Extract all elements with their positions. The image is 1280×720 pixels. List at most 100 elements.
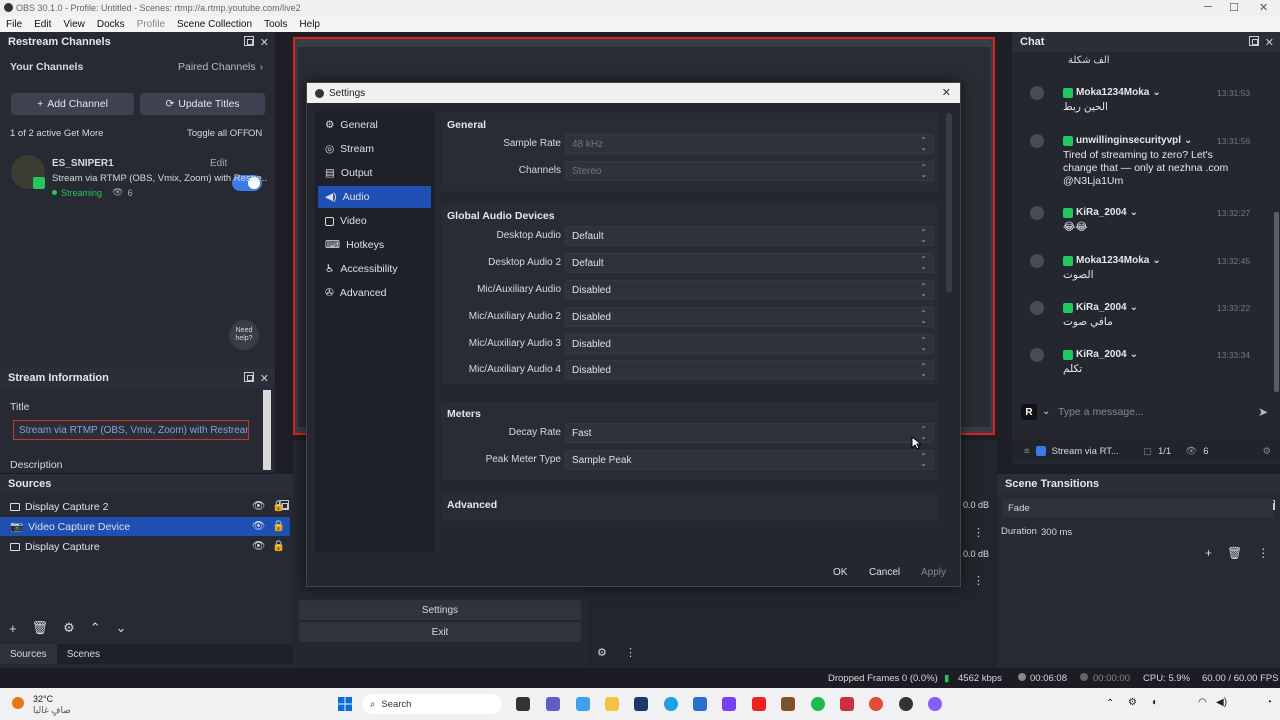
add-channel-button[interactable]: + Add Channel — [11, 93, 134, 115]
file-explorer-icon[interactable] — [605, 697, 619, 711]
discord-icon[interactable] — [928, 697, 942, 711]
nav-output[interactable]: ▤ Output — [318, 162, 431, 184]
nav-general[interactable]: ⚙ General — [318, 114, 431, 136]
tab-scenes[interactable]: Scenes — [57, 644, 110, 664]
menu-view[interactable]: View — [63, 19, 85, 30]
notification-icon[interactable]: ◔ — [1266, 697, 1272, 708]
chevron-up-icon[interactable]: ⌃ — [90, 620, 101, 636]
desktop-audio-select[interactable]: Default ⌃ ⌄ — [565, 226, 934, 246]
chat-message-input[interactable]: Type a message... — [1058, 402, 1253, 422]
nav-advanced[interactable]: ✇ Advanced — [318, 282, 431, 304]
nav-audio[interactable]: ◀) Audio — [318, 186, 431, 208]
send-icon[interactable]: ➤ — [1258, 405, 1268, 419]
kebab-menu-icon[interactable]: ⋮ — [1257, 546, 1269, 560]
chat-username[interactable]: KiRa_2004 ⌄ — [1063, 349, 1138, 360]
mic-audio-3-select[interactable]: Disabled ⌃ ⌄ — [565, 334, 934, 354]
maximize-icon[interactable]: ☐ — [1229, 1, 1239, 14]
trash-icon[interactable]: 🗑 — [32, 620, 49, 636]
add-icon[interactable]: + — [1205, 546, 1212, 560]
lock-icon[interactable]: 🔒 — [272, 499, 285, 512]
source-item[interactable]: Display Capture 👁 🔒 — [0, 537, 290, 556]
chat-username[interactable]: Moka1234Moka ⌄ — [1063, 87, 1161, 98]
lock-icon[interactable]: 🔒 — [272, 519, 285, 532]
settings-button[interactable]: Settings — [299, 600, 581, 620]
nav-hotkeys[interactable]: ⌨ Hotkeys — [318, 234, 431, 256]
minecraft-icon[interactable] — [781, 697, 795, 711]
volume-icon[interactable]: ◀) — [1216, 697, 1227, 708]
mic-audio-select[interactable]: Disabled ⌃ ⌄ — [565, 280, 934, 300]
add-source-icon[interactable]: + — [9, 621, 17, 636]
close-dock-icon[interactable]: ✕ — [1265, 36, 1274, 49]
chat-scrollbar[interactable] — [1274, 212, 1279, 392]
close-icon[interactable]: ✕ — [942, 86, 951, 99]
float-dock-icon[interactable] — [243, 36, 254, 46]
tray-icon[interactable]: ⚙ — [1128, 697, 1137, 708]
float-dock-icon[interactable] — [243, 372, 254, 382]
menu-scene-collection[interactable]: Scene Collection — [177, 19, 252, 30]
lock-icon[interactable]: 🔒 — [272, 539, 285, 552]
store-icon[interactable] — [693, 697, 707, 711]
teams-icon[interactable] — [546, 697, 560, 711]
toggle-all-label[interactable]: Toggle all OFF — [187, 128, 249, 139]
nav-video[interactable]: Video — [318, 210, 431, 232]
peak-meter-select[interactable]: Sample Peak ⌃ ⌄ — [565, 450, 934, 470]
app-icon[interactable] — [722, 697, 736, 711]
desktop-audio-2-select[interactable]: Default ⌃ ⌄ — [565, 253, 934, 273]
menu-file[interactable]: File — [6, 19, 22, 30]
gear-icon[interactable]: ⚙ — [1263, 446, 1272, 457]
kebab-menu-icon[interactable]: ⋮ — [625, 646, 636, 659]
nav-stream[interactable]: ◎ Stream — [318, 138, 431, 160]
trash-icon[interactable]: 🗑 — [1227, 546, 1242, 560]
gear-icon[interactable]: ⚙ — [597, 646, 607, 659]
on-label[interactable]: ON — [248, 128, 262, 139]
float-dock-icon[interactable] — [1248, 36, 1259, 46]
visibility-eye-icon[interactable]: 👁 — [252, 519, 265, 532]
copilot-icon[interactable] — [576, 697, 590, 711]
edge-icon[interactable] — [664, 697, 678, 711]
source-item[interactable]: Display Capture 2 👁 🔒 — [0, 497, 290, 516]
paired-channels-link[interactable]: Paired Channels › — [178, 61, 263, 73]
channel-edit-link[interactable]: Edit — [210, 158, 227, 169]
terminal-icon[interactable] — [634, 697, 648, 711]
kebab-menu-icon[interactable]: ⋮ — [973, 526, 984, 539]
transition-select[interactable]: Fade — [1003, 499, 1273, 517]
minimize-icon[interactable]: ─ — [1204, 1, 1212, 13]
sample-rate-select[interactable]: 48 kHz ⌃ ⌄ — [565, 134, 934, 154]
tray-chevron-up-icon[interactable]: ⌃ — [1106, 698, 1114, 709]
need-help-button[interactable]: Need help? — [229, 320, 259, 350]
duration-input[interactable]: 300 ms — [1037, 523, 1273, 541]
menu-docks[interactable]: Docks — [97, 19, 125, 30]
chevron-down-icon[interactable]: ⌄ — [1042, 406, 1050, 417]
active-info[interactable]: 1 of 2 active Get More — [10, 128, 103, 139]
menu-tools[interactable]: Tools — [264, 19, 287, 30]
close-dock-icon[interactable]: ✕ — [260, 36, 269, 49]
mic-audio-2-select[interactable]: Disabled ⌃ ⌄ — [565, 307, 934, 327]
app-icon[interactable] — [840, 697, 854, 711]
youtube-icon[interactable] — [752, 697, 766, 711]
close-window-icon[interactable]: ✕ — [1259, 1, 1268, 14]
settings-scrollbar[interactable] — [946, 113, 952, 293]
channels-select[interactable]: Stereo ⌃ ⌄ — [565, 161, 934, 181]
chevron-down-icon[interactable]: ⌄ — [116, 620, 127, 636]
source-item[interactable]: 📷 Video Capture Device 👁 🔒 — [0, 517, 290, 536]
chat-account-avatar[interactable]: R — [1021, 404, 1037, 420]
mic-audio-4-select[interactable]: Disabled ⌃ ⌄ — [565, 360, 934, 380]
weather-desc[interactable]: صافٍ غالبا — [33, 705, 71, 716]
close-dock-icon[interactable]: ✕ — [260, 372, 269, 385]
tab-sources[interactable]: Sources — [0, 644, 57, 664]
decay-rate-select[interactable]: Fast ⌃ ⌄ — [565, 423, 934, 443]
kebab-menu-icon[interactable]: ⋮ — [973, 574, 984, 587]
chrome-icon[interactable] — [869, 697, 883, 711]
chat-username[interactable]: KiRa_2004 ⌄ — [1063, 302, 1138, 313]
ok-button[interactable]: OK — [827, 562, 853, 582]
weather-icon[interactable] — [12, 697, 24, 709]
visibility-eye-icon[interactable]: 👁 — [252, 539, 265, 552]
obs-icon[interactable] — [899, 697, 913, 711]
tray-icon[interactable]: ◐ — [1152, 697, 1158, 708]
weather-temp[interactable]: 32°C — [33, 694, 53, 704]
nav-accessibility[interactable]: ♿ Accessibility — [318, 258, 431, 280]
update-titles-button[interactable]: ⟳ Update Titles — [140, 93, 265, 115]
cancel-button[interactable]: Cancel — [863, 562, 906, 582]
gear-icon[interactable]: ⚙ — [63, 620, 75, 636]
chat-username[interactable]: Moka1234Moka ⌄ — [1063, 255, 1161, 266]
